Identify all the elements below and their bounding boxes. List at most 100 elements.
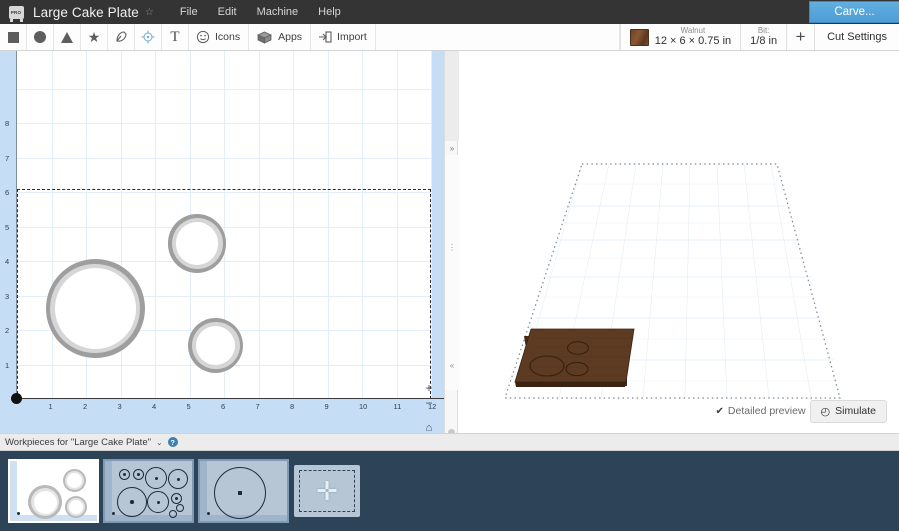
circle-icon [34, 31, 46, 43]
material-name: Walnut [680, 26, 706, 36]
bit-button[interactable]: Bit: 1/8 in [740, 24, 786, 50]
thumb-ruler-bottom [105, 515, 192, 521]
thumb-origin-dot [112, 512, 115, 515]
workpieces-header: Workpieces for "Large Cake Plate" ⌄ ? [0, 433, 899, 451]
menu-bar: File Edit Machine Help [170, 0, 351, 24]
workpiece-thumbnail-1[interactable] [8, 459, 99, 523]
gridline-vertical [51, 51, 53, 399]
thumb-origin-dot [207, 512, 210, 515]
square-tool[interactable] [0, 24, 27, 50]
origin-handle[interactable] [11, 393, 22, 404]
thumb-circle-center [176, 477, 180, 481]
workpiece-thumbnail-3[interactable] [198, 459, 289, 523]
add-bit-button[interactable]: + [786, 24, 814, 50]
ruler-tick-y: 1 [5, 360, 10, 370]
divider-segment-bottom[interactable]: « [445, 340, 459, 390]
gridline-horizontal [17, 123, 431, 124]
ruler-tick-y: 7 [5, 153, 10, 163]
menu-item-machine[interactable]: Machine [247, 0, 309, 24]
ruler-tick-x: 4 [152, 402, 157, 411]
divider-segment-top [445, 51, 459, 141]
gridline-vertical [327, 51, 329, 399]
add-workpiece-dashed-box: ✛ [299, 470, 355, 512]
triangle-tool[interactable] [54, 24, 81, 50]
zoom-home-button[interactable]: ⌂ [426, 421, 433, 433]
menu-item-edit[interactable]: Edit [208, 0, 247, 24]
page-title: Large Cake Plate [33, 4, 139, 20]
circle-tool[interactable] [27, 24, 54, 50]
gridline-horizontal [17, 226, 431, 228]
axis-vertical-line [16, 51, 17, 399]
zoom-in-button[interactable]: + [425, 381, 432, 396]
detailed-preview-toggle[interactable]: ✔ Detailed preview [716, 405, 806, 417]
ruler-tick-y: 6 [5, 188, 10, 197]
apps-button[interactable]: Apps [249, 24, 312, 50]
gridline-vertical [155, 51, 156, 399]
ruler-tick-x: 7 [255, 402, 260, 411]
text-tool[interactable]: T [162, 24, 189, 50]
ruler-tick-y: 3 [5, 291, 10, 301]
thumb-ring-inner-small [69, 500, 83, 514]
favorite-star-icon[interactable]: ☆ [145, 7, 154, 18]
ruler-tick-x: 10 [359, 402, 368, 411]
thumb-circle-center [154, 476, 158, 480]
polygon-tool[interactable] [108, 24, 135, 50]
icons-button[interactable]: Icons [189, 24, 250, 50]
thumb-ruler-left [200, 461, 207, 521]
gridline-vertical [293, 51, 294, 399]
simulate-button[interactable]: ◴ Simulate [809, 399, 887, 423]
title-bar: PRO Large Cake Plate ☆ File Edit Machine… [0, 0, 899, 24]
import-label: Import [337, 31, 367, 43]
workpiece-thumbnail-2[interactable] [103, 459, 194, 523]
gridline-horizontal [17, 192, 431, 193]
thumb-ruler-left [10, 461, 17, 521]
cut-settings-button[interactable]: Cut Settings [814, 24, 899, 50]
apps-label: Apps [278, 31, 303, 43]
material-button[interactable]: Walnut 12 × 6 × 0.75 in [619, 24, 740, 50]
design-canvas[interactable]: + − ⌂ inch mm 12345678910111212345678 [0, 51, 444, 433]
large-ring-inner-band[interactable] [54, 267, 136, 350]
workpieces-strip: ✛ houseful of handmade.com [0, 451, 899, 531]
toolbar-spacer [376, 24, 620, 50]
smiley-icon [196, 30, 210, 44]
menu-item-help[interactable]: Help [308, 0, 351, 24]
import-button[interactable]: Import [311, 24, 376, 50]
thumb-circle-center [156, 500, 160, 504]
three-d-preview[interactable]: ✔ Detailed preview ◴ Simulate [459, 51, 899, 433]
ruler-tick-x: 3 [117, 402, 122, 411]
target-tool[interactable] [135, 24, 162, 50]
divider-segment-middle[interactable]: ⋮ [445, 155, 459, 340]
ruler-tick-y: 2 [5, 326, 10, 335]
machine-bed-3d [504, 163, 841, 399]
help-icon[interactable]: ? [167, 437, 178, 447]
material-dimensions: 12 × 6 × 0.75 in [654, 35, 732, 48]
walnut-workpiece-3d [514, 328, 635, 387]
bit-label: Bit: [757, 26, 770, 36]
bit-value: 1/8 in [750, 35, 778, 48]
ruler-tick-x: 12 [428, 402, 437, 411]
logo-badge-text: PRO [8, 5, 24, 22]
menu-item-file[interactable]: File [170, 0, 208, 24]
ruler-tick-x: 9 [324, 402, 329, 411]
ruler-tick-x: 2 [83, 402, 88, 411]
workpiece-board[interactable] [17, 51, 432, 399]
square-icon [7, 31, 19, 43]
simulate-label: Simulate [835, 405, 876, 417]
star-tool[interactable]: ★ [81, 24, 108, 50]
carve-button[interactable]: Carve... [809, 1, 899, 23]
triangle-icon [61, 31, 73, 43]
ruler-tick-x: 1 [48, 402, 53, 411]
add-workpiece-button[interactable]: ✛ [294, 465, 360, 517]
detailed-preview-label: Detailed preview [727, 405, 806, 417]
ruler-tick-y: 5 [5, 222, 10, 232]
icons-label: Icons [215, 31, 241, 43]
thumb-circle-center [123, 473, 126, 476]
chevron-down-icon[interactable]: ⌄ [156, 438, 163, 447]
tool-bar: ★ T Icons Apps Import Walnut 12 × 6 × 0.… [0, 24, 899, 51]
axis-horizontal-line [16, 398, 444, 399]
apps-box-icon [257, 31, 273, 44]
divider-expand-right-button[interactable]: » [445, 141, 459, 155]
panel-divider[interactable]: » ⋮ « [444, 51, 459, 453]
preview-footer: ✔ Detailed preview ◴ Simulate [459, 399, 899, 423]
thumb-ring-inner-medium [67, 473, 82, 488]
